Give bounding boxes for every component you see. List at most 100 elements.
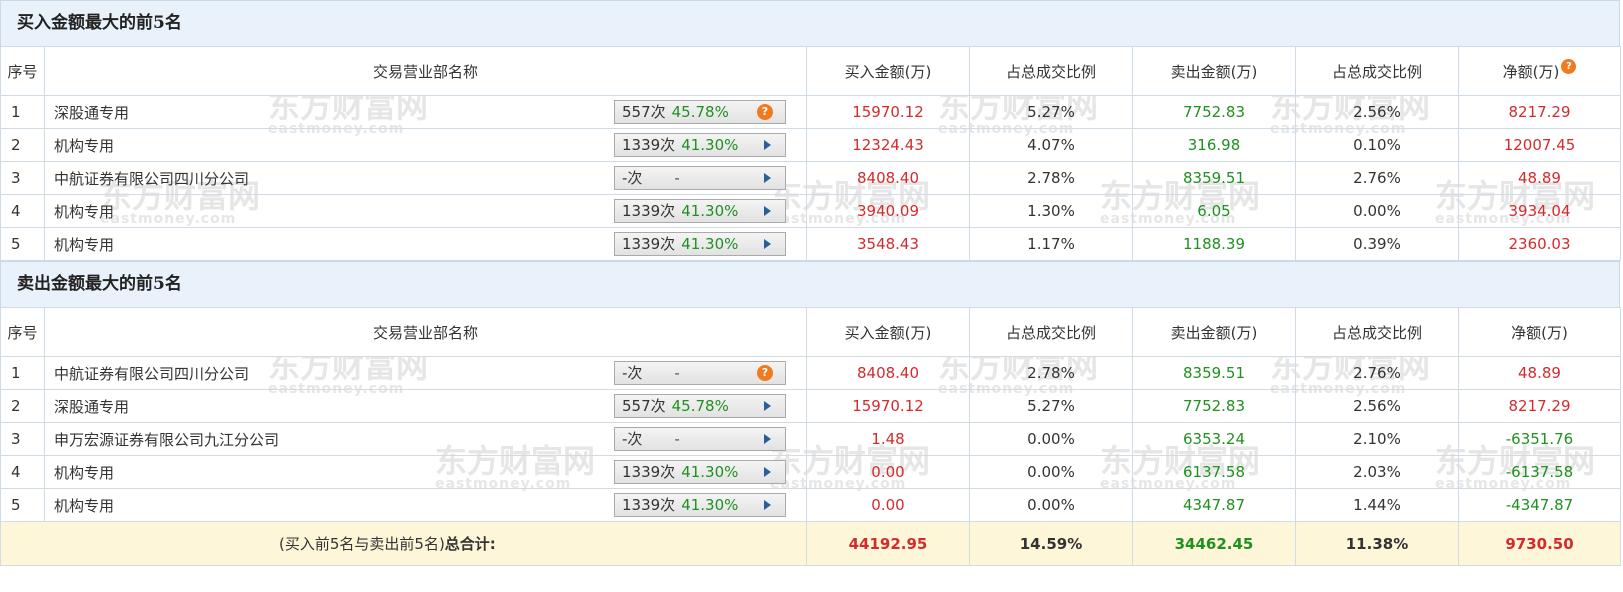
- row-sell-amount: 8359.51: [1132, 356, 1296, 390]
- col-header-sell-amount: 卖出金额(万): [1132, 46, 1296, 96]
- row-sell-ratio: 2.56%: [1295, 389, 1459, 423]
- row-dept-cell: 机构专用 1339次 41.30%: [44, 455, 807, 489]
- col-header-buy-ratio: 占总成交比例: [969, 307, 1133, 357]
- row-sell-ratio: 0.00%: [1295, 194, 1459, 228]
- dept-success-rate: 45.78%: [671, 103, 729, 121]
- question-icon[interactable]: ?: [757, 365, 773, 381]
- dept-name-link[interactable]: 深股通专用: [54, 104, 129, 122]
- total-row: (买入前5名与卖出前5名)总合计: 44192.95 14.59% 34462.…: [0, 521, 1621, 566]
- col-header-seq: 序号: [0, 307, 45, 357]
- dept-trade-count: -次: [622, 430, 643, 448]
- total-buy-ratio: 14.59%: [969, 521, 1133, 566]
- dept-stats-button[interactable]: 1339次 41.30%: [614, 232, 786, 256]
- dept-stats-button[interactable]: 557次 45.78%: [614, 394, 786, 418]
- dept-name-link[interactable]: 中航证券有限公司四川分公司: [54, 365, 249, 383]
- dept-stats-button[interactable]: 1339次 41.30%: [614, 199, 786, 223]
- col-header-dept-name: 交易营业部名称: [44, 46, 807, 96]
- dept-name-link[interactable]: 申万宏源证券有限公司九江分公司: [54, 431, 279, 449]
- row-buy-amount: 3548.43: [806, 227, 970, 261]
- play-arrow-icon[interactable]: [764, 173, 771, 183]
- total-sell-amount: 34462.45: [1132, 521, 1296, 566]
- total-label: (买入前5名与卖出前5名)总合计:: [0, 521, 807, 566]
- play-arrow-icon[interactable]: [764, 467, 771, 477]
- row-sell-ratio: 2.76%: [1295, 356, 1459, 390]
- row-dept-cell: 机构专用 1339次 41.30%: [44, 227, 807, 261]
- row-buy-amount: 15970.12: [806, 389, 970, 423]
- dept-name-link[interactable]: 中航证券有限公司四川分公司: [54, 170, 249, 188]
- row-sell-ratio: 2.10%: [1295, 422, 1459, 456]
- row-buy-amount: 8408.40: [806, 356, 970, 390]
- row-sell-amount: 6137.58: [1132, 455, 1296, 489]
- row-net-amount: 12007.45: [1458, 128, 1621, 162]
- row-sell-ratio: 2.76%: [1295, 161, 1459, 195]
- dept-name-link[interactable]: 深股通专用: [54, 398, 129, 416]
- sell-section-title: 卖出金额最大的前5名: [0, 261, 1620, 307]
- row-dept-cell: 机构专用 1339次 41.30%: [44, 194, 807, 228]
- row-dept-cell: 机构专用 1339次 41.30%: [44, 488, 807, 522]
- play-arrow-icon[interactable]: [764, 140, 771, 150]
- table-row: 3 申万宏源证券有限公司九江分公司 -次 - 1.48 0.00% 6353.24 2.10%…: [0, 422, 1621, 456]
- buy-top5-table: 序号 交易营业部名称 买入金额(万) 占总成交比例 卖出金额(万) 占总成交比例…: [0, 46, 1621, 261]
- row-seq: 2: [0, 389, 45, 423]
- row-buy-amount: 3940.09: [806, 194, 970, 228]
- row-seq: 3: [0, 422, 45, 456]
- dept-name-link[interactable]: 机构专用: [54, 464, 114, 482]
- row-buy-amount: 8408.40: [806, 161, 970, 195]
- dept-success-rate: 41.30%: [681, 463, 739, 481]
- question-icon[interactable]: ?: [757, 104, 773, 120]
- dept-success-rate: 41.30%: [681, 235, 739, 253]
- play-arrow-icon[interactable]: [764, 206, 771, 216]
- row-buy-ratio: 4.07%: [969, 128, 1133, 162]
- play-arrow-icon[interactable]: [764, 434, 771, 444]
- question-icon[interactable]: ?: [1561, 58, 1577, 74]
- row-seq: 3: [0, 161, 45, 195]
- dept-stats-button[interactable]: 1339次 41.30%: [614, 460, 786, 484]
- row-sell-amount: 7752.83: [1132, 95, 1296, 129]
- dept-name-link[interactable]: 机构专用: [54, 203, 114, 221]
- row-buy-amount: 15970.12: [806, 95, 970, 129]
- dept-success-rate: 41.30%: [681, 496, 739, 514]
- row-net-amount: 8217.29: [1458, 95, 1621, 129]
- col-header-buy-amount: 买入金额(万): [806, 46, 970, 96]
- dept-name-link[interactable]: 机构专用: [54, 236, 114, 254]
- dept-trade-count: 1339次: [622, 496, 676, 514]
- play-arrow-icon[interactable]: [764, 239, 771, 249]
- total-sell-ratio: 11.38%: [1295, 521, 1459, 566]
- dept-name-link[interactable]: 机构专用: [54, 137, 114, 155]
- dept-trade-count: 1339次: [622, 235, 676, 253]
- table-row: 1 中航证券有限公司四川分公司 -次 -? 8408.40 2.78% 8359.51 2.7…: [0, 356, 1621, 390]
- row-buy-amount: 0.00: [806, 488, 970, 522]
- dept-trade-count: 1339次: [622, 463, 676, 481]
- dept-name-link[interactable]: 机构专用: [54, 497, 114, 515]
- row-sell-amount: 7752.83: [1132, 389, 1296, 423]
- row-buy-ratio: 0.00%: [969, 422, 1133, 456]
- dept-trade-count: -次: [622, 364, 643, 382]
- dept-stats-button[interactable]: 557次 45.78%?: [614, 100, 786, 124]
- dept-stats-button[interactable]: -次 -: [614, 427, 786, 451]
- play-arrow-icon[interactable]: [764, 401, 771, 411]
- row-dept-cell: 中航证券有限公司四川分公司 -次 -?: [44, 356, 807, 390]
- dept-stats-button[interactable]: 1339次 41.30%: [614, 493, 786, 517]
- row-buy-ratio: 0.00%: [969, 455, 1133, 489]
- dept-stats-button[interactable]: -次 -: [614, 166, 786, 190]
- row-net-amount: -6351.76: [1458, 422, 1621, 456]
- dept-stats-button[interactable]: 1339次 41.30%: [614, 133, 786, 157]
- buy-table-header-row: 序号 交易营业部名称 买入金额(万) 占总成交比例 卖出金额(万) 占总成交比例…: [0, 46, 1621, 96]
- row-buy-ratio: 5.27%: [969, 389, 1133, 423]
- row-buy-ratio: 1.30%: [969, 194, 1133, 228]
- col-header-sell-ratio: 占总成交比例: [1295, 307, 1459, 357]
- table-row: 5 机构专用 1339次 41.30% 0.00 0.00% 4347.87 1.44% -43…: [0, 488, 1621, 522]
- row-buy-amount: 0.00: [806, 455, 970, 489]
- dept-trade-count: 1339次: [622, 202, 676, 220]
- row-sell-amount: 8359.51: [1132, 161, 1296, 195]
- total-label-bold: 总合计:: [444, 535, 496, 553]
- row-sell-ratio: 2.03%: [1295, 455, 1459, 489]
- dept-stats-button[interactable]: -次 -?: [614, 361, 786, 385]
- table-row: 1 深股通专用 557次 45.78%? 15970.12 5.27% 7752.83 2.5…: [0, 95, 1621, 129]
- col-header-dept-name: 交易营业部名称: [44, 307, 807, 357]
- row-buy-ratio: 2.78%: [969, 356, 1133, 390]
- row-net-amount: 3934.04: [1458, 194, 1621, 228]
- row-net-amount: 48.89: [1458, 161, 1621, 195]
- play-arrow-icon[interactable]: [764, 500, 771, 510]
- table-row: 3 中航证券有限公司四川分公司 -次 - 8408.40 2.78% 8359.51 2.76…: [0, 161, 1621, 195]
